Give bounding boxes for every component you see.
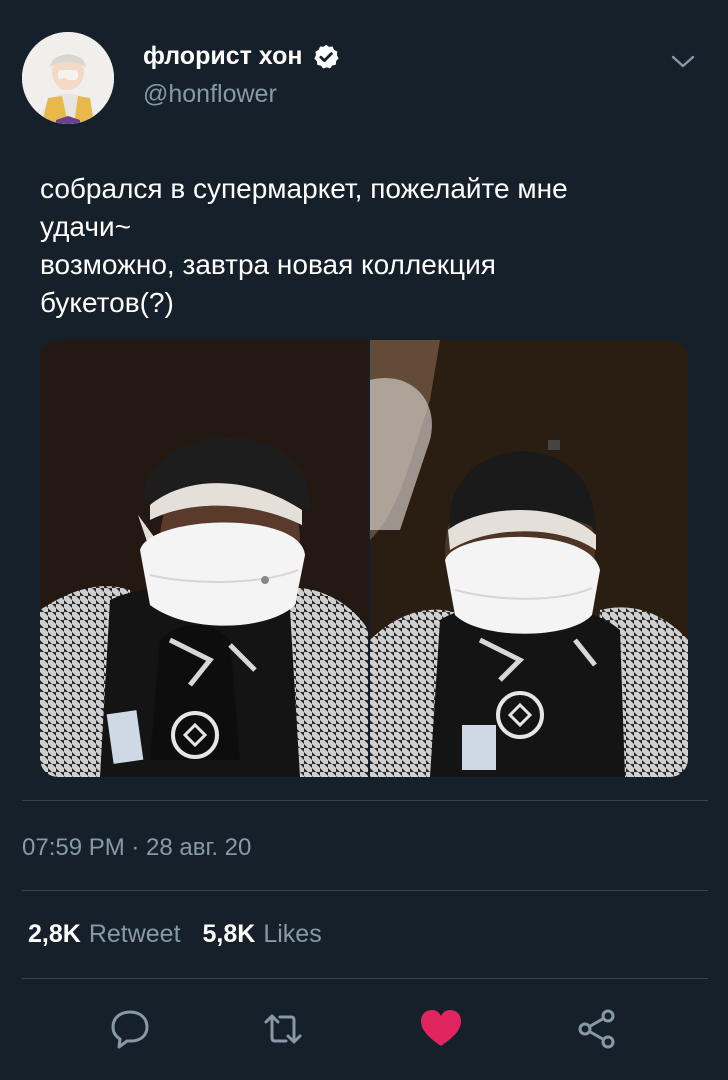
divider — [22, 890, 708, 891]
tweet-actions — [0, 1000, 728, 1060]
tweet-text-line: собрался в супермаркет, пожелайте мне — [40, 173, 568, 204]
tweet-text-line: возможно, завтра новая коллекция — [40, 249, 496, 280]
like-label[interactable]: Likes — [263, 920, 321, 949]
tweet-text: собрался в супермаркет, пожелайте мне уд… — [40, 170, 700, 322]
verified-badge-icon — [314, 44, 340, 69]
tweet-text-line: букетов(?) — [40, 287, 174, 318]
divider — [22, 978, 708, 979]
tweet-media — [40, 340, 688, 777]
divider — [22, 800, 708, 801]
retweet-count[interactable]: 2,8K — [28, 920, 81, 949]
tweet-photo-1[interactable] — [40, 340, 368, 777]
tweet-header: флорист хон @honflower — [22, 32, 712, 140]
reply-icon[interactable] — [107, 1006, 153, 1052]
tweet-stats: 2,8K Retweet 5,8K Likes — [28, 920, 344, 949]
retweet-icon[interactable] — [260, 1006, 306, 1052]
retweet-label[interactable]: Retweet — [89, 920, 181, 949]
display-name[interactable]: флорист хон — [143, 42, 302, 71]
author-name-row[interactable]: флорист хон — [143, 42, 340, 71]
chevron-down-icon[interactable] — [668, 46, 698, 76]
tweet-timestamp: 07:59 PM · 28 авг. 20 — [22, 834, 252, 861]
like-count[interactable]: 5,8K — [203, 920, 256, 949]
avatar[interactable] — [22, 32, 114, 124]
heart-icon[interactable] — [418, 1006, 464, 1052]
share-icon[interactable] — [574, 1006, 620, 1052]
tweet-text-line: удачи~ — [40, 211, 131, 242]
handle[interactable]: @honflower — [143, 80, 277, 109]
tweet-photo-2[interactable] — [370, 340, 688, 777]
